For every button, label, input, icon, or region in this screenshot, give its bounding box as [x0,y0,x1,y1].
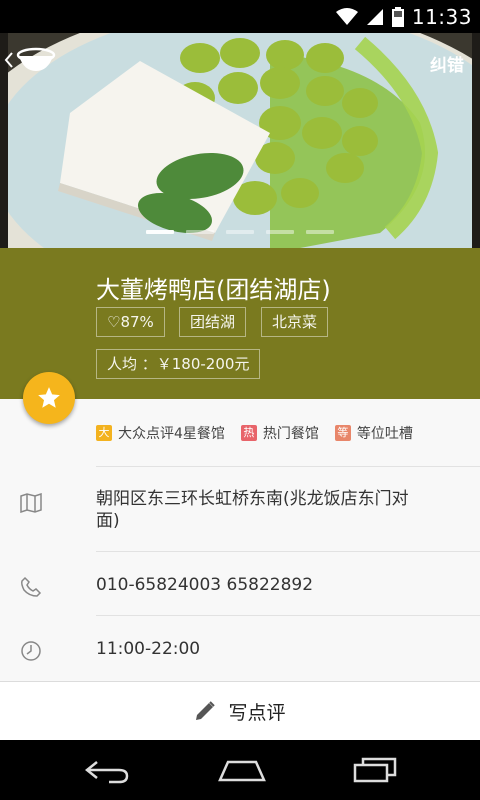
badge-wait[interactable]: 等 等位吐槽 [334,423,413,443]
cuisine-tag[interactable]: 北京菜 [261,307,329,337]
chevron-left-icon [4,52,13,68]
status-time: 11:33 [411,5,472,29]
avg-price-tag: 人均 ：￥180-200元 [96,349,261,379]
phone-icon [21,576,42,597]
favorite-button[interactable] [23,372,75,424]
star-icon [38,387,60,408]
shop-details: 大 大众点评4星餐馆 热 热门餐馆 等 等位吐槽 朝阳区东三环长虹桥东南(兆龙饭… [0,399,480,681]
shop-info-panel: 大董烤鸭店(团结湖店) ♡87% 团结湖 北京菜 人均 ：￥180-200元 [0,248,480,399]
write-review-button[interactable]: 写点评 [0,681,480,740]
carousel-dot[interactable] [266,230,294,234]
divider [96,466,480,467]
home-nav-icon[interactable] [216,758,268,782]
shop-name: 大董烤鸭店(团结湖店) [96,276,331,304]
address-text[interactable]: 朝阳区东三环长虹桥东南(兆龙饭店东门对面) [96,488,416,532]
rating-tag: ♡87% [96,307,165,337]
food-photo [0,33,480,248]
hero-photo-carousel[interactable]: 纠错 [0,33,480,248]
badge-list: 大 大众点评4星餐馆 热 热门餐馆 等 等位吐槽 [96,423,413,443]
heart-icon: ♡ [107,313,121,331]
map-icon [20,493,42,513]
badge-label: 热门餐馆 [262,426,319,442]
area-tag[interactable]: 团结湖 [179,307,247,337]
badge-label: 大众点评4星餐馆 [118,426,225,442]
carousel-dot[interactable] [306,230,334,234]
carousel-dot[interactable] [186,230,214,234]
divider [96,615,480,616]
badge-label: 等位吐槽 [356,426,413,442]
system-nav-bar [0,740,480,800]
badge-icon: 等 [334,425,351,441]
recents-nav-icon[interactable] [353,757,397,783]
badge-icon: 热 [240,425,257,441]
bowl-logo-icon [16,47,56,71]
wifi-icon [335,8,358,25]
back-button[interactable] [4,47,56,73]
clock-icon [21,641,41,661]
phone-text[interactable]: 010-65824003 65822892 [96,574,313,596]
hours-text: 11:00-22:00 [96,639,201,659]
pencil-icon [196,701,216,720]
carousel-dot[interactable] [226,230,254,234]
correct-error-link[interactable]: 纠错 [430,51,464,76]
write-review-label: 写点评 [228,701,286,724]
battery-icon [391,7,404,27]
signal-icon [366,9,383,25]
status-bar: 11:33 [0,0,480,33]
badge-hot[interactable]: 热 热门餐馆 [240,423,319,443]
back-nav-icon[interactable] [83,756,131,784]
carousel-indicator [146,230,334,234]
carousel-dot[interactable] [146,230,174,234]
badge-star-rating[interactable]: 大 大众点评4星餐馆 [96,423,225,443]
divider [96,551,480,552]
badge-icon: 大 [96,425,112,441]
status-icons: 11:33 [335,5,472,29]
rating-value: 87% [120,313,154,331]
